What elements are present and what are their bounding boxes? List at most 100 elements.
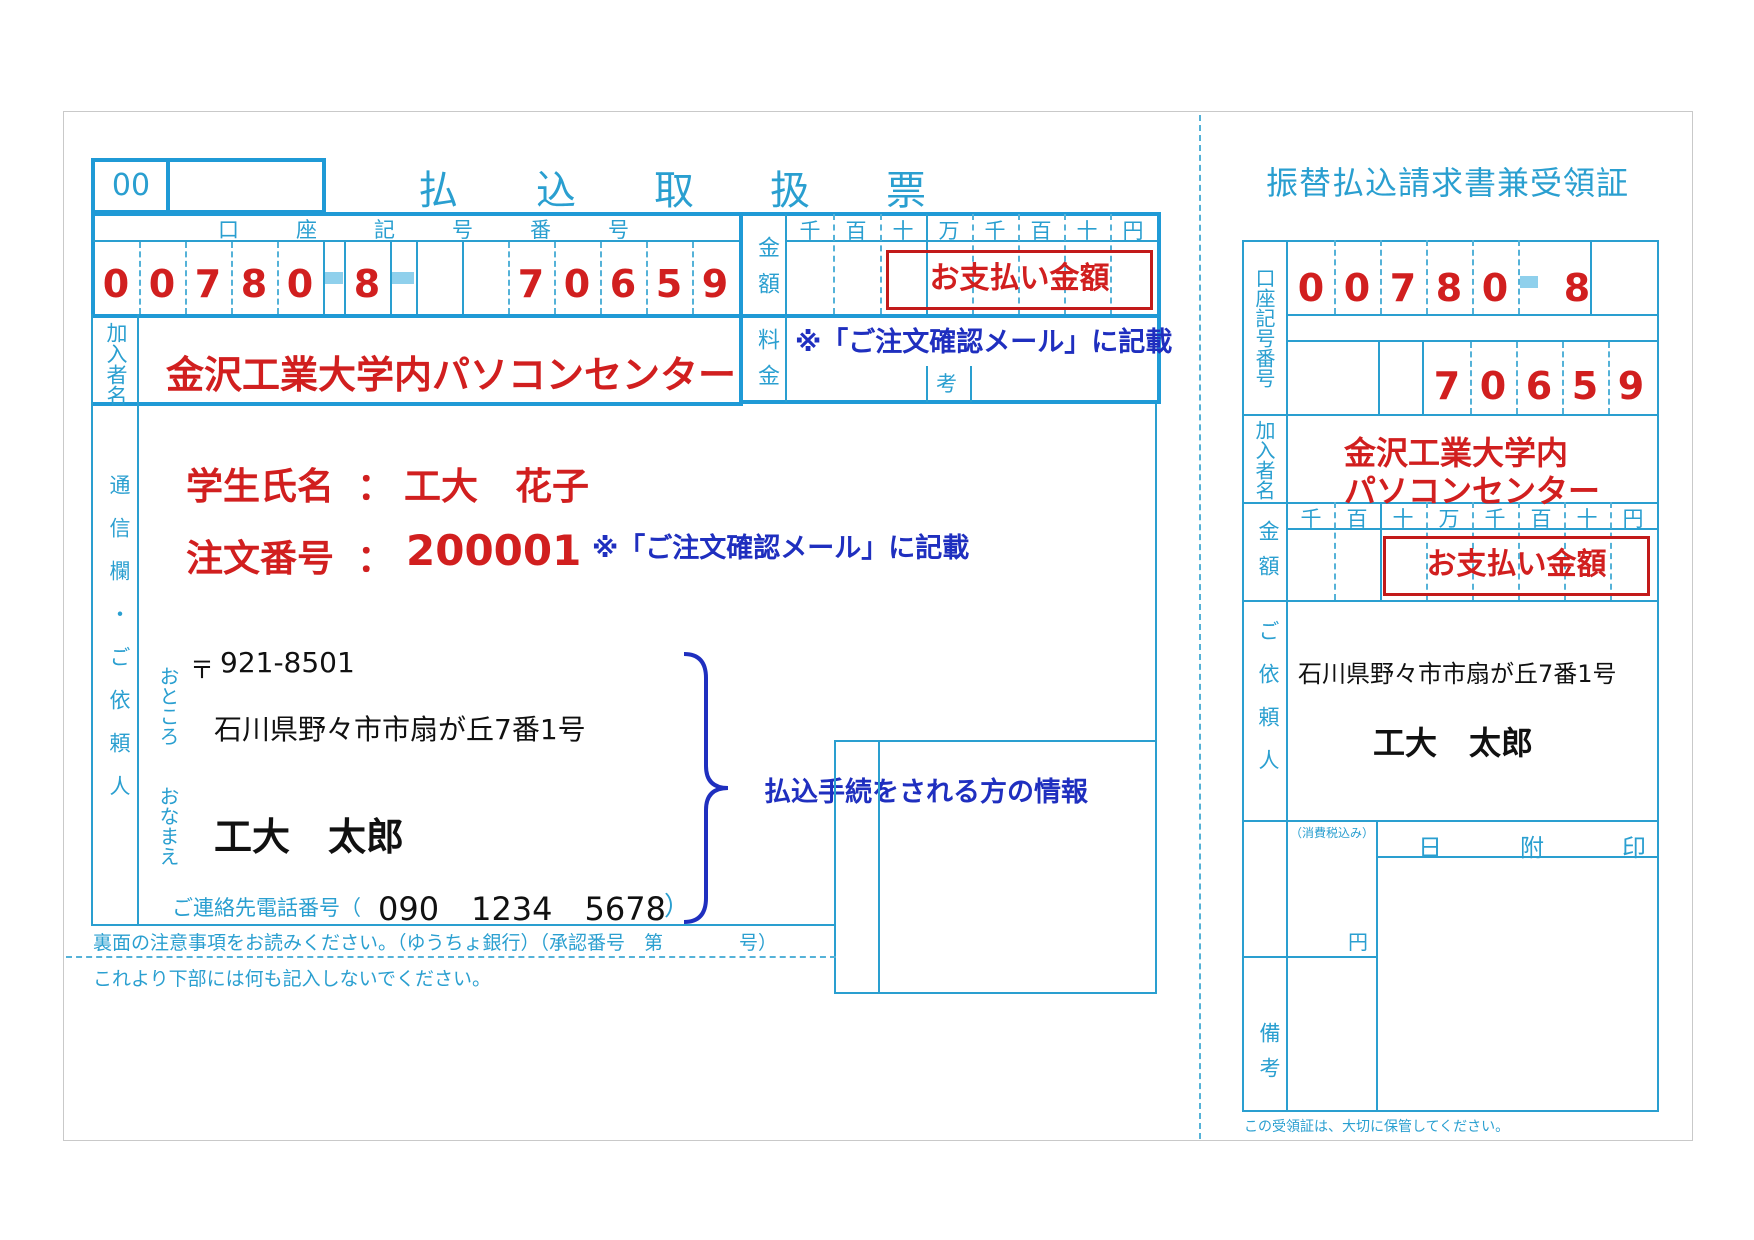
- fee-label: 料金: [754, 328, 779, 400]
- receipt-account-label: 口座記号番号: [1252, 268, 1276, 388]
- amount-cell-divider: [833, 214, 835, 314]
- receipt-account-digit: 7: [1389, 266, 1417, 310]
- receipt-fee-tax-label: （消費税込み）: [1290, 826, 1375, 840]
- amount-unit: 千: [799, 219, 821, 243]
- receipt-amount-unit: 百: [1530, 507, 1552, 531]
- code-value: 00: [111, 168, 151, 203]
- account-digit: 7: [517, 262, 545, 306]
- receipt-title: 振替払込請求書兼受領証: [1266, 164, 1630, 202]
- colon-2: ：: [357, 537, 394, 580]
- receipt-yen: 円: [1348, 930, 1368, 954]
- receipt-account-digit: 9: [1617, 364, 1645, 408]
- account-hyphen: [392, 272, 414, 284]
- title-char: 払: [418, 168, 458, 214]
- comm-label: 通信欄・ご依頼人: [107, 474, 131, 818]
- account-hyphen: [325, 272, 343, 284]
- order-no-label: 注文番号: [186, 537, 334, 580]
- title-char: 票: [886, 168, 926, 214]
- amount-unit: 十: [892, 219, 914, 243]
- receipt-amount-unit: 十: [1392, 507, 1414, 531]
- account-cell-divider: [462, 242, 464, 314]
- receipt-label-col: [1286, 240, 1288, 1110]
- receipt-acct-divider2: [1378, 340, 1380, 414]
- stamp-box: [834, 740, 1157, 994]
- main-left-border: [91, 314, 93, 926]
- receipt-requester-label: ご依頼人: [1256, 620, 1280, 792]
- amount-label: 金額: [754, 236, 779, 308]
- code-divider: [166, 160, 170, 212]
- account-digit: 5: [655, 262, 683, 306]
- subscriber-name: 金沢工業大学内パソコンセンター: [166, 353, 737, 397]
- receipt-amount-box: お支払い金額: [1383, 536, 1650, 596]
- account-digit: 0: [148, 262, 176, 306]
- cut-line: [66, 956, 836, 958]
- amount-cell-divider: [880, 214, 882, 314]
- receipt-amount-unit: 千: [1484, 507, 1506, 531]
- date-stamp-char: 附: [1520, 834, 1544, 862]
- postal-code: 921-8501: [220, 646, 355, 679]
- comm-bottom-line: [91, 924, 836, 926]
- receipt-account-digit: 5: [1571, 364, 1599, 408]
- fee-note: ※「ご注文確認メール」に記載: [795, 327, 1173, 358]
- receipt-keep-note: この受領証は、大切に保管してください。: [1244, 1119, 1510, 1135]
- account-header-char: 番: [530, 218, 551, 242]
- title-char: 込: [536, 168, 576, 214]
- receipt-acct-line3: [1242, 414, 1657, 416]
- receipt-account-digit: 8: [1563, 266, 1591, 310]
- account-digit: 6: [609, 262, 637, 306]
- receipt-account-digit: 8: [1435, 266, 1463, 310]
- receipt-address: 石川県野々市市扇が丘7番1号: [1298, 660, 1617, 688]
- title-char: 扱: [770, 168, 810, 214]
- amount-unit: 百: [1030, 219, 1052, 243]
- receipt-amount-unit: 千: [1300, 507, 1322, 531]
- stamp-box-divider: [878, 740, 880, 994]
- account-digit: 0: [286, 262, 314, 306]
- receipt-subscriber-label: 加入者名: [1252, 420, 1276, 500]
- remarks-col-r: [970, 366, 972, 402]
- amount-unit: 千: [984, 219, 1006, 243]
- phone-label: ご連絡先電話番号（: [172, 896, 361, 920]
- subscriber-label: 加入者名: [104, 322, 128, 406]
- student-name-label: 学生氏名: [186, 465, 334, 508]
- receipt-amount-cell-divider: [1334, 502, 1336, 600]
- amount-unit: 十: [1076, 219, 1098, 243]
- amount-label-col: [785, 214, 787, 314]
- fee-label-col: [785, 316, 787, 402]
- account-digit: 0: [102, 262, 130, 306]
- brace-icon: [683, 652, 729, 924]
- bottom-note-2: これより下部には何も記入しないでください。: [93, 968, 492, 990]
- receipt-amt-line: [1242, 600, 1657, 602]
- name-label: おなまえ: [156, 786, 180, 866]
- receipt-account-digit: 0: [1297, 266, 1325, 310]
- main-label-col: [137, 314, 139, 926]
- receipt-account-digit: 0: [1481, 266, 1509, 310]
- receipt-account-digit: 0: [1479, 364, 1507, 408]
- account-digit: 9: [701, 262, 729, 306]
- account-header-char: 座: [296, 218, 317, 242]
- address: 石川県野々市市扇が丘7番1号: [214, 713, 586, 746]
- amount-box: お支払い金額: [886, 250, 1153, 310]
- amount-unit: 円: [1122, 219, 1144, 243]
- date-stamp-char: 印: [1622, 834, 1646, 862]
- account-digit: 8: [240, 262, 268, 306]
- receipt-req-line: [1242, 820, 1657, 822]
- perforation-line: [1199, 115, 1201, 1139]
- address-label: おところ: [156, 666, 180, 746]
- date-stamp-char: 日: [1418, 834, 1442, 862]
- receipt-amount-unit: 十: [1576, 507, 1598, 531]
- postal-mark: 〒: [190, 656, 214, 684]
- receipt-amount-unit: 万: [1438, 507, 1460, 531]
- payer-name: 工大 太郎: [214, 815, 405, 859]
- account-header-char: 口: [218, 218, 239, 242]
- amount-unit: 百: [845, 219, 867, 243]
- receipt-amount-unit: 円: [1622, 507, 1644, 531]
- account-header-char: 号: [452, 218, 473, 242]
- remarks-col-l: [926, 366, 928, 402]
- order-note: ※「ご注文確認メール」に記載: [592, 533, 970, 564]
- receipt-fee-col: [1376, 820, 1378, 1110]
- account-header-char: 記: [374, 218, 395, 242]
- bottom-note-1: 裏面の注意事項をお読みください。（ゆうちょ銀行）（承認番号 第 号）: [93, 932, 778, 954]
- receipt-acct-line1: [1286, 314, 1657, 316]
- receipt-name: 工大 太郎: [1373, 724, 1534, 762]
- receipt-amount-unit: 百: [1346, 507, 1368, 531]
